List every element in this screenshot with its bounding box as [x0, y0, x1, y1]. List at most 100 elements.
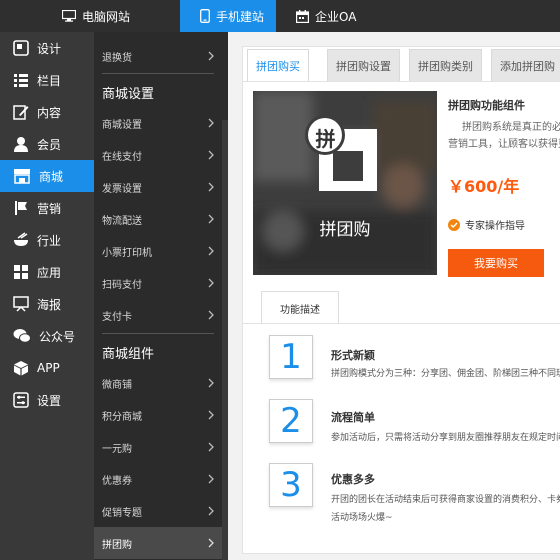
chevron-right-icon [208, 51, 214, 61]
monitor-icon [62, 10, 76, 22]
point-description: 参加活动后，只需将活动分享到朋友圈推荐朋友在规定时间内参团 [331, 433, 560, 443]
settings-icon [13, 392, 29, 408]
point-title: 优惠多多 [331, 473, 375, 486]
submenu-item-receipt-printer[interactable]: 小票打印机 [94, 235, 222, 267]
submenu-item-label: 退换货 [102, 52, 132, 64]
chevron-right-icon [208, 150, 214, 160]
sidebar-item-content[interactable]: 内容 [0, 96, 94, 128]
submenu-item-micro-shop[interactable]: 微商铺 [94, 367, 222, 399]
sidebar-item-apps[interactable]: 应用 [0, 256, 94, 288]
wechat-icon [13, 329, 31, 343]
submenu-item-label: 优惠券 [102, 475, 132, 487]
sidebar-item-industry[interactable]: 行业 [0, 224, 94, 256]
point-title: 流程简单 [331, 411, 375, 424]
chevron-right-icon [208, 182, 214, 192]
group-buy-logo [305, 115, 377, 191]
apps-grid-icon [14, 265, 28, 279]
tab-group-buy-category[interactable]: 拼团购类别 [409, 49, 482, 81]
submenu-divider [102, 73, 214, 74]
sidebar-item-mall[interactable]: 商城 [0, 160, 94, 192]
design-icon [13, 40, 29, 56]
tab-label: 添加拼团购 [500, 59, 555, 73]
sidebar-item-settings[interactable]: 设置 [0, 384, 94, 416]
sidebar-item-design[interactable]: 设计 [0, 32, 94, 64]
top-tab-label: 手机建站 [216, 9, 265, 24]
submenu-item-label: 扫码支付 [102, 279, 142, 291]
top-tab-label: 企业OA [315, 9, 357, 24]
submenu-item-one-yuan-buy[interactable]: 一元购 [94, 431, 222, 463]
point-description: 活动场场火爆~ [331, 513, 393, 523]
submenu-item-group-buy[interactable]: 拼团购 [94, 527, 222, 559]
submenu-item-label: 小票打印机 [102, 247, 152, 259]
product-image: 拼 拼团购 [253, 91, 437, 275]
chevron-right-icon [208, 538, 214, 548]
chevron-right-icon [208, 474, 214, 484]
top-tab-label: 电脑网站 [82, 9, 131, 24]
chevron-right-icon [208, 410, 214, 420]
store-icon [14, 169, 30, 184]
feature-expert-guidance: 专家操作指导 [448, 217, 525, 232]
sidebar-item-label: 营销 [37, 201, 62, 216]
submenu-item-coupons[interactable]: 优惠券 [94, 463, 222, 495]
number-badge: 1 [269, 335, 313, 379]
product-price: ￥600/年 [448, 177, 520, 196]
submenu-heading-mall-components: 商城组件 [102, 347, 155, 362]
sidebar-item-official-account[interactable]: 公众号 [0, 320, 94, 352]
submenu-item-returns[interactable]: 退换货 [94, 40, 222, 72]
tab-label: 拼团购设置 [336, 59, 391, 73]
user-icon [14, 137, 28, 152]
submenu-item-mall-settings[interactable]: 商城设置 [94, 107, 222, 139]
column-list-icon [14, 74, 28, 87]
submenu-heading-mall-settings: 商城设置 [102, 87, 155, 102]
tab-group-buy-settings[interactable]: 拼团购设置 [327, 49, 400, 81]
submenu-item-label: 拼团购 [102, 539, 132, 551]
submenu-item-qr-payment[interactable]: 扫码支付 [94, 267, 222, 299]
submenu-item-online-payment[interactable]: 在线支付 [94, 139, 222, 171]
tabs-divider [243, 81, 560, 82]
poster-icon [13, 296, 29, 312]
sidebar-item-member[interactable]: 会员 [0, 128, 94, 160]
sidebar-item-label: 公众号 [39, 329, 76, 344]
product-description: 拼团购系统是真正的必备营销工具，让顾客以获得更优惠的价格，会通过 [448, 122, 560, 150]
sidebar-item-column[interactable]: 栏目 [0, 64, 94, 96]
product-title: 拼团购功能组件 [448, 99, 525, 112]
sidebar-item-label: 设计 [37, 41, 62, 56]
submenu-item-label: 在线支付 [102, 151, 142, 163]
cube-icon [14, 361, 28, 376]
chevron-right-icon [208, 310, 214, 320]
top-tab-pc-site[interactable]: 电脑网站 [62, 0, 130, 32]
submenu-item-payment-card[interactable]: 支付卡 [94, 299, 222, 331]
sidebar-item-poster[interactable]: 海报 [0, 288, 94, 320]
content-panel: 拼团购买 拼团购设置 拼团购类别 添加拼团购 拼 拼团购 拼团购功能组件 拼团购… [242, 46, 560, 554]
main-sidebar: 设计 栏目 内容 会员 商城 营销 行业 应用 海报 公众号 APP 设置 [0, 32, 94, 560]
submenu-item-invoice-settings[interactable]: 发票设置 [94, 171, 222, 203]
chevron-right-icon [208, 246, 214, 256]
submenu-item-promotion-topic[interactable]: 促销专题 [94, 495, 222, 527]
tab-label: 拼团购买 [256, 59, 300, 73]
number-badge: 3 [269, 463, 313, 507]
calendar-icon [296, 9, 309, 23]
chevron-right-icon [208, 118, 214, 128]
chevron-right-icon [208, 278, 214, 288]
point-description: 拼团购模式分为三种：分享团、佣金团、阶梯团三种不同玩法 [331, 369, 560, 379]
tab-group-buy-purchase[interactable]: 拼团购买 [247, 49, 309, 81]
submenu-item-label: 一元购 [102, 443, 132, 455]
top-tab-enterprise-oa[interactable]: 企业OA [296, 0, 356, 32]
tab-label: 拼团购类别 [418, 59, 473, 73]
app-window: 电脑网站 手机建站 企业OA 设计 栏目 内容 会员 商城 营销 行业 应用 海… [0, 0, 560, 560]
submenu-item-label: 商城设置 [102, 119, 142, 131]
submenu-item-logistics[interactable]: 物流配送 [94, 203, 222, 235]
top-tab-mobile-site[interactable]: 手机建站 [180, 0, 276, 32]
sidebar-item-label: 行业 [37, 233, 62, 248]
marketing-flag-icon [15, 201, 27, 215]
tab-add-group-buy[interactable]: 添加拼团购 [491, 49, 560, 81]
buy-button[interactable]: 我要购买 [448, 249, 544, 277]
sidebar-item-label: 海报 [37, 297, 62, 312]
submenu-item-points-mall[interactable]: 积分商城 [94, 399, 222, 431]
sidebar-item-app[interactable]: APP [0, 352, 94, 384]
sidebar-item-marketing[interactable]: 营销 [0, 192, 94, 224]
main-content: 拼团购买 拼团购设置 拼团购类别 添加拼团购 拼 拼团购 拼团购功能组件 拼团购… [228, 32, 560, 560]
check-circle-icon [448, 218, 460, 231]
point-title: 形式新颖 [331, 349, 375, 362]
tab-feature-description[interactable]: 功能描述 [261, 291, 339, 324]
